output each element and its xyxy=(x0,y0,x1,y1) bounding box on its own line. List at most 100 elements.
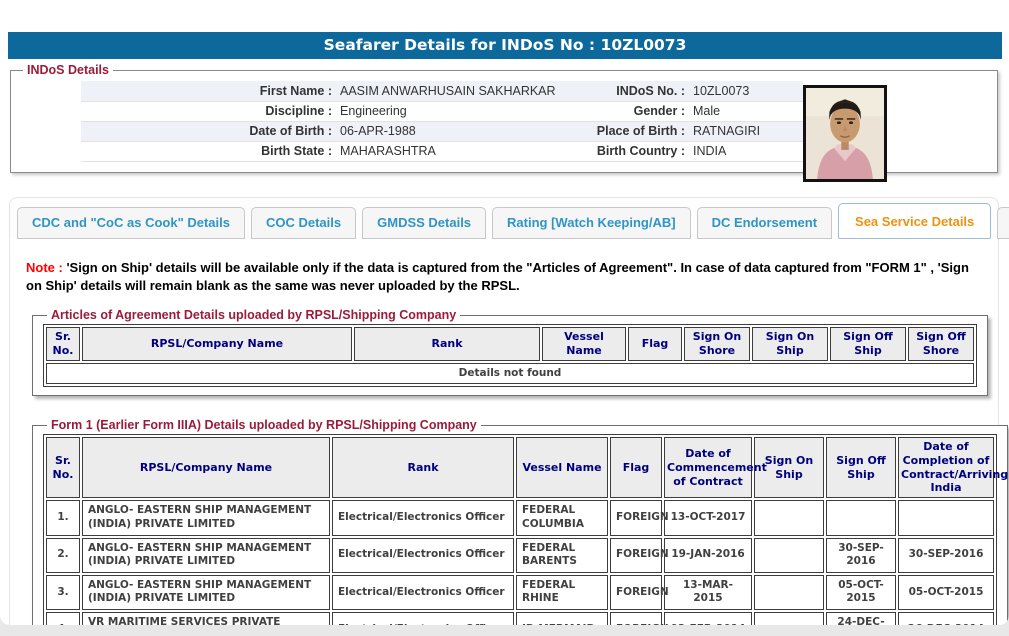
column-header: Flag xyxy=(628,327,682,361)
table-row: 2.ANGLO- EASTERN SHIP MANAGEMENT (INDIA)… xyxy=(46,538,994,573)
table-cell: 3. xyxy=(46,575,80,610)
field-value: 06-APR-1988 xyxy=(336,121,571,141)
field-label: Birth State : xyxy=(81,141,336,161)
table-cell: FOREIGN xyxy=(610,575,662,610)
column-header: Sign On Shore xyxy=(684,327,750,361)
indos-detail-row: Birth State :MAHARASHTRABirth Country :I… xyxy=(81,141,803,161)
form1-details-table: Sr. No.RPSL/Company NameRankVessel NameF… xyxy=(43,434,997,625)
table-cell: 24-DEC-2014 xyxy=(826,612,896,625)
column-header: Sign Off Ship xyxy=(830,327,906,361)
empty-result-row: Details not found xyxy=(46,363,974,385)
tab-dc-endorsement[interactable]: DC Endorsement xyxy=(697,207,832,239)
table-row: 1.ANGLO- EASTERN SHIP MANAGEMENT (INDIA)… xyxy=(46,500,994,535)
column-header: Sr. No. xyxy=(46,327,80,361)
tab-sea-service-details[interactable]: Sea Service Details xyxy=(838,203,991,239)
table-cell: ANGLO- EASTERN SHIP MANAGEMENT (INDIA) P… xyxy=(82,575,330,610)
table-cell: 2. xyxy=(46,538,80,573)
table-cell: FOREIGN xyxy=(610,612,662,625)
table-cell: 26-DEC-2014 xyxy=(898,612,994,625)
table-cell: 30-SEP-2016 xyxy=(826,538,896,573)
column-header: RPSL/Company Name xyxy=(82,437,330,498)
column-header: Sign Off Ship xyxy=(826,437,896,498)
table-cell xyxy=(826,500,896,535)
field-label: Date of Birth : xyxy=(81,121,336,141)
field-value: MAHARASHTRA xyxy=(336,141,571,161)
page-title: Seafarer Details for INDoS No : 10ZL0073 xyxy=(8,32,1002,59)
indos-details-section: INDoS Details First Name :AASIM ANWARHUS… xyxy=(10,63,998,173)
column-header: Date of Completion of Contract/Arriving … xyxy=(898,437,994,498)
column-header: Rank xyxy=(332,437,514,498)
tab-rating-watch-keeping-ab[interactable]: Rating [Watch Keeping/AB] xyxy=(492,207,691,239)
table-cell xyxy=(898,500,994,535)
column-header: Flag xyxy=(610,437,662,498)
tabs-panel: CDC and "CoC as Cook" DetailsCOC Details… xyxy=(9,197,999,625)
field-value: RATNAGIRI xyxy=(689,121,803,141)
field-label: First Name : xyxy=(81,81,336,101)
details-not-found-message: Details not found xyxy=(46,363,974,385)
field-label: Discipline : xyxy=(81,101,336,121)
table-cell: 19-JAN-2016 xyxy=(664,538,752,573)
table-cell: 05-OCT-2015 xyxy=(826,575,896,610)
table-cell: FEDERAL RHINE xyxy=(516,575,608,610)
table-cell: 03-FEB-2014 xyxy=(664,612,752,625)
table-cell: ID MERMAID xyxy=(516,612,608,625)
form1-section: Form 1 (Earlier Form IIIA) Details uploa… xyxy=(32,418,1008,625)
table-cell: FOREIGN xyxy=(610,538,662,573)
articles-of-agreement-section: Articles of Agreement Details uploaded b… xyxy=(32,308,988,396)
table-cell: FOREIGN xyxy=(610,500,662,535)
seafarer-details-page: Seafarer Details for INDoS No : 10ZL0073… xyxy=(0,0,1009,625)
table-cell: Electrical/Electronics Officer xyxy=(332,575,514,610)
tab-gmdss-details[interactable]: GMDSS Details xyxy=(362,207,486,239)
field-value: INDIA xyxy=(689,141,803,161)
column-header: Sign On Ship xyxy=(752,327,828,361)
form1-legend: Form 1 (Earlier Form IIIA) Details uploa… xyxy=(47,418,481,432)
indos-detail-row: Date of Birth :06-APR-1988Place of Birth… xyxy=(81,121,803,141)
table-cell: 13-OCT-2017 xyxy=(664,500,752,535)
tab-coc-details[interactable]: COC Details xyxy=(251,207,356,239)
table-cell: FEDERAL COLUMBIA xyxy=(516,500,608,535)
table-header-row: Sr. No.RPSL/Company NameRankVessel NameF… xyxy=(46,437,994,498)
column-header: Sr. No. xyxy=(46,437,80,498)
table-cell: Electrical/Electronics Officer xyxy=(332,538,514,573)
table-row: 4.VR MARITIME SERVICES PRIVATE LIMITEDEl… xyxy=(46,612,994,625)
seafarer-photo xyxy=(803,85,887,182)
indos-details-table: First Name :AASIM ANWARHUSAIN SAKHARKARI… xyxy=(81,81,803,162)
table-cell: 1. xyxy=(46,500,80,535)
table-row: 3.ANGLO- EASTERN SHIP MANAGEMENT (INDIA)… xyxy=(46,575,994,610)
sea-service-tab-content: Note : 'Sign on Ship' details will be av… xyxy=(10,239,998,625)
table-cell xyxy=(754,575,824,610)
table-cell: ANGLO- EASTERN SHIP MANAGEMENT (INDIA) P… xyxy=(82,500,330,535)
table-cell xyxy=(754,538,824,573)
note-text: 'Sign on Ship' details will be available… xyxy=(26,260,969,293)
table-cell: 30-SEP-2016 xyxy=(898,538,994,573)
field-label: INDoS No. : xyxy=(571,81,689,101)
field-label: Birth Country : xyxy=(571,141,689,161)
table-cell: Electrical/Electronics Officer xyxy=(332,500,514,535)
articles-legend: Articles of Agreement Details uploaded b… xyxy=(47,308,460,322)
note-label: Note : xyxy=(26,260,63,275)
field-value: AASIM ANWARHUSAIN SAKHARKAR xyxy=(336,81,571,101)
table-cell: 4. xyxy=(46,612,80,625)
table-cell xyxy=(754,612,824,625)
indos-detail-row: First Name :AASIM ANWARHUSAIN SAKHARKARI… xyxy=(81,81,803,101)
indos-details-legend: INDoS Details xyxy=(23,63,113,77)
table-cell xyxy=(754,500,824,535)
tab-bar: CDC and "CoC as Cook" DetailsCOC Details… xyxy=(10,198,998,239)
table-cell: 13-MAR-2015 xyxy=(664,575,752,610)
table-cell: Electrical/Electronics Officer xyxy=(332,612,514,625)
seafarer-photo-image xyxy=(806,88,884,179)
table-cell: ANGLO- EASTERN SHIP MANAGEMENT (INDIA) P… xyxy=(82,538,330,573)
field-label: Gender : xyxy=(571,101,689,121)
column-header: Vessel Name xyxy=(542,327,626,361)
field-value: Engineering xyxy=(336,101,571,121)
column-header: Date of Commencement of Contract xyxy=(664,437,752,498)
tab-cdc-and-coc-as-cook-details[interactable]: CDC and "CoC as Cook" Details xyxy=(17,207,245,239)
column-header: Vessel Name xyxy=(516,437,608,498)
column-header: RPSL/Company Name xyxy=(82,327,352,361)
tab-training-details[interactable]: Training Details xyxy=(997,207,1009,239)
table-cell: 05-OCT-2015 xyxy=(898,575,994,610)
table-header-row: Sr. No.RPSL/Company NameRankVessel NameF… xyxy=(46,327,974,361)
note: Note : 'Sign on Ship' details will be av… xyxy=(26,259,982,294)
field-value: Male xyxy=(689,101,803,121)
indos-detail-row: Discipline :EngineeringGender :Male xyxy=(81,101,803,121)
